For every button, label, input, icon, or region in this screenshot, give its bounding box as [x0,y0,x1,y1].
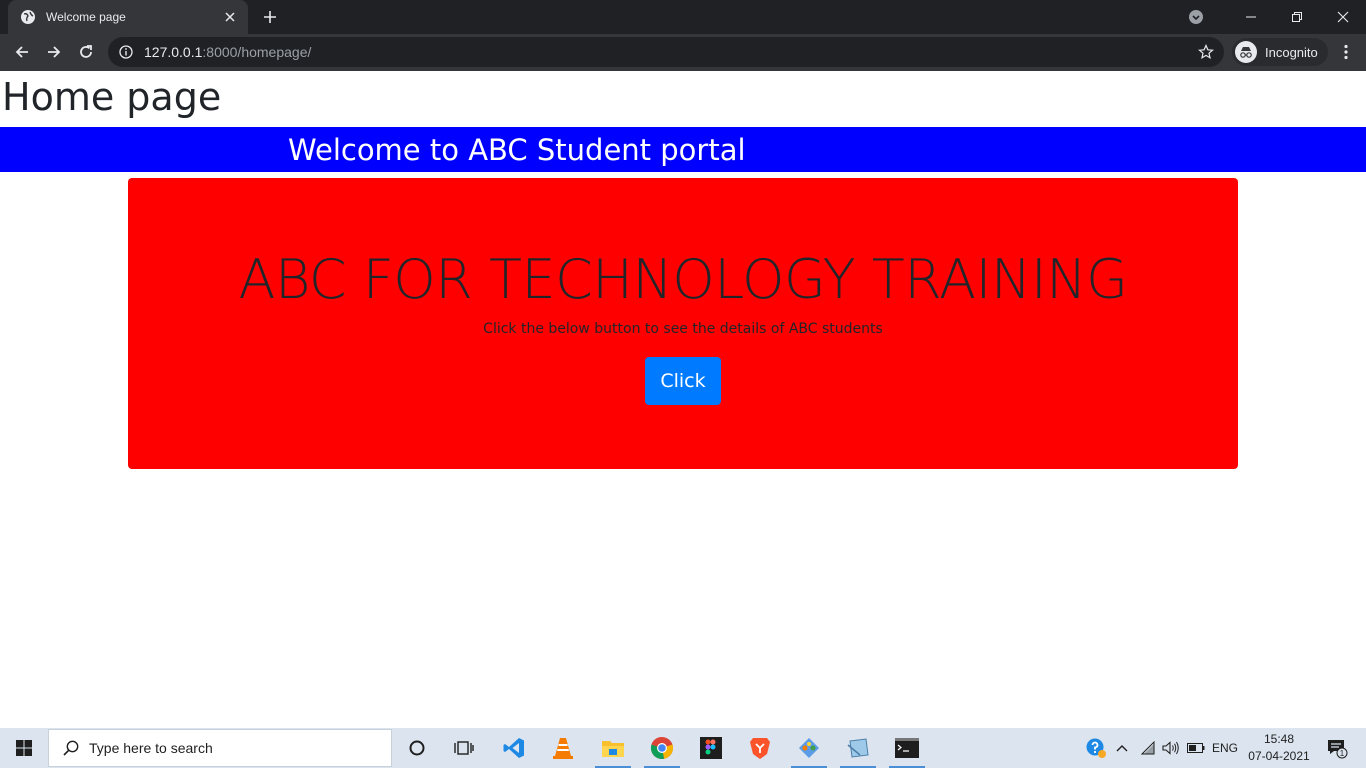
new-tab-icon[interactable] [258,6,282,28]
chrome-icon[interactable] [642,728,682,768]
site-info-icon[interactable] [118,44,134,60]
wifi-icon[interactable] [1137,728,1159,768]
browser-menu-icon[interactable] [1334,40,1358,64]
tab-title: Welcome page [46,10,126,24]
app-icon[interactable] [789,728,829,768]
language-label: ENG [1211,741,1238,755]
url-path: :8000/homepage/ [202,44,312,60]
vlc-icon[interactable] [543,728,583,768]
web-page: Home page Welcome to ABC Student portal … [0,71,1366,728]
reload-icon[interactable] [72,38,100,66]
notification-count: 1 [1340,749,1345,758]
browser-tab-strip: Welcome page [0,0,1366,34]
click-button[interactable]: Click [645,357,721,405]
jumbotron: ABC FOR TECHNOLOGY TRAINING Click the be… [128,178,1238,469]
terminal-icon[interactable] [887,728,927,768]
notification-icon[interactable]: 1 [1322,728,1352,768]
volume-icon[interactable] [1160,728,1182,768]
browser-tab[interactable]: Welcome page [8,0,248,34]
help-icon[interactable] [1084,728,1108,768]
jumbotron-heading: ABC FOR TECHNOLOGY TRAINING [238,248,1129,311]
restore-icon[interactable] [1274,2,1320,32]
brave-icon[interactable] [740,728,780,768]
incognito-icon [1235,41,1257,63]
minimize-icon[interactable] [1228,2,1274,32]
chevron-up-icon[interactable] [1112,728,1132,768]
welcome-banner: Welcome to ABC Student portal [0,127,1366,172]
clock-date: 07-04-2021 [1248,749,1310,763]
incognito-label: Incognito [1265,44,1318,60]
notepad-icon[interactable] [838,728,878,768]
taskbar-search-box[interactable]: Type here to search [48,729,392,767]
windows-taskbar: Type here to search ENG 15:48 07-04-2021… [0,728,1366,768]
search-icon [61,738,81,758]
search-placeholder: Type here to search [89,740,213,756]
globe-icon [20,9,36,25]
url-host: 127.0.0.1 [144,44,203,60]
language-indicator[interactable]: ENG [1209,728,1241,768]
forward-arrow-icon[interactable] [40,38,68,66]
file-explorer-icon[interactable] [593,728,633,768]
system-clock[interactable]: 15:48 07-04-2021 [1244,731,1314,765]
close-window-icon[interactable] [1320,2,1366,32]
cortana-icon[interactable] [397,728,437,768]
browser-toolbar: 127.0.0.1:8000/homepage/ Incognito [0,34,1366,71]
clock-time: 15:48 [1263,732,1295,746]
jumbotron-subtext: Click the below button to see the detail… [483,321,883,337]
task-view-icon[interactable] [444,728,484,768]
vscode-icon[interactable] [494,728,534,768]
banner-text: Welcome to ABC Student portal [288,133,746,167]
back-arrow-icon[interactable] [8,38,36,66]
page-title: Home page [2,75,222,119]
windows-start-icon[interactable] [0,728,48,768]
address-bar[interactable]: 127.0.0.1:8000/homepage/ [108,37,1224,67]
close-tab-icon[interactable] [220,7,240,27]
bookmark-star-icon[interactable] [1196,42,1216,62]
figma-icon[interactable] [691,728,731,768]
incognito-profile-button[interactable]: Incognito [1232,38,1328,66]
battery-icon[interactable] [1185,728,1207,768]
tab-search-icon[interactable] [1182,3,1210,31]
